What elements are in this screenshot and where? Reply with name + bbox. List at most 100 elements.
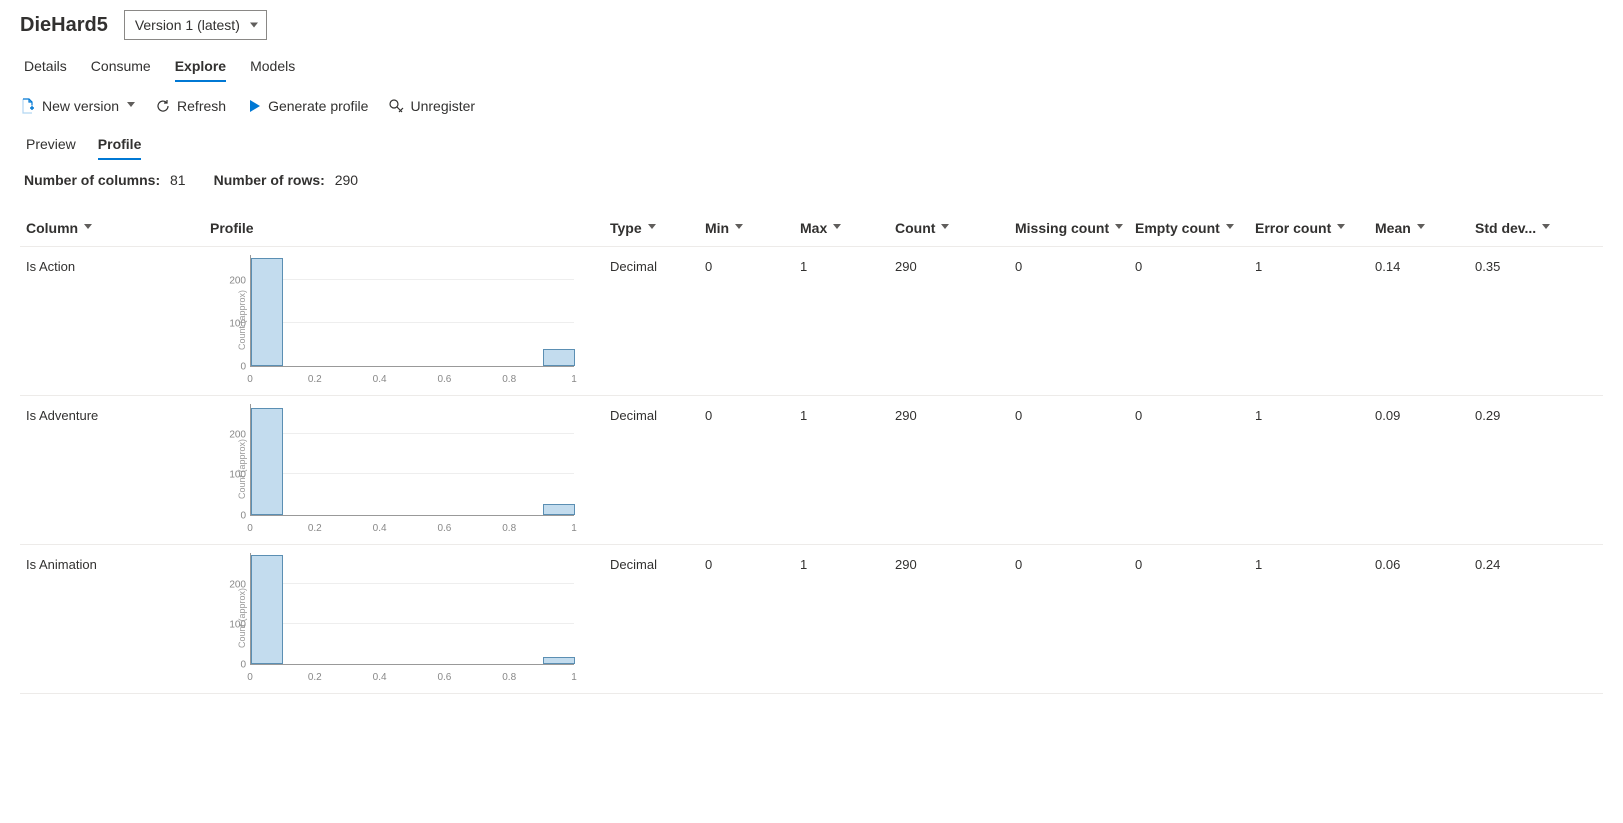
x-tick: 0.6 [437,672,451,683]
y-tick: 0 [240,660,246,671]
cell-mean: 0.06 [1375,557,1475,683]
cell-std: 0.29 [1475,408,1575,534]
chevron-down-icon [646,223,656,233]
top-tab-explore[interactable]: Explore [175,54,226,80]
new-version-button[interactable]: New version [20,98,135,114]
th-std[interactable]: Std dev... [1475,220,1575,236]
th-column[interactable]: Column [20,220,210,236]
histogram-bar [543,504,575,515]
chevron-down-icon [733,223,743,233]
x-tick: 0.4 [373,523,387,534]
sub-tab-preview[interactable]: Preview [26,134,76,158]
unregister-label: Unregister [410,98,475,114]
th-profile: Profile [210,220,610,236]
x-tick: 0.8 [502,672,516,683]
num-rows-value: 290 [335,172,358,188]
cell-type: Decimal [610,557,705,683]
cell-count: 290 [895,408,1015,534]
num-cols-label: Number of columns: [24,172,160,188]
cell-empty: 0 [1135,408,1255,534]
cell-profile: 010020000.20.40.60.81Count (approx) [210,259,610,385]
y-axis-label: Count (approx) [237,588,247,648]
cell-mean: 0.09 [1375,408,1475,534]
sub-tab-profile[interactable]: Profile [98,134,142,158]
refresh-label: Refresh [177,98,226,114]
histogram-bar [251,258,283,366]
th-min[interactable]: Min [705,220,800,236]
th-missing[interactable]: Missing count [1015,220,1135,236]
th-count[interactable]: Count [895,220,1015,236]
x-tick: 1 [571,672,577,683]
chevron-down-icon [1113,223,1123,233]
chevron-down-icon [125,101,135,111]
y-tick: 200 [229,275,246,286]
cell-mean: 0.14 [1375,259,1475,385]
x-tick: 1 [571,374,577,385]
x-tick: 0.2 [308,374,322,385]
x-tick: 0.4 [373,374,387,385]
page-title: DieHard5 [20,14,108,37]
chevron-down-icon [1335,223,1345,233]
sub-tabs: Preview Profile [20,134,1603,158]
profile-table: Column Profile Type Min Max Count Missin… [20,208,1603,694]
toolbar: New version Refresh Generate profile Unr… [20,98,1603,114]
x-tick: 0.6 [437,523,451,534]
top-tab-models[interactable]: Models [250,54,295,80]
x-tick: 0.2 [308,523,322,534]
x-tick: 0 [247,672,253,683]
generate-profile-label: Generate profile [268,98,368,114]
y-axis-label: Count (approx) [237,439,247,499]
histogram-bar [251,555,283,664]
chevron-down-icon [1224,223,1234,233]
top-tabs: Details Consume Explore Models [20,54,1603,80]
num-cols-value: 81 [170,172,186,188]
x-tick: 0.8 [502,523,516,534]
cell-missing: 0 [1015,408,1135,534]
version-select[interactable]: Version 1 (latest) [124,10,267,40]
x-tick: 0 [247,374,253,385]
chevron-down-icon [1415,223,1425,233]
cell-type: Decimal [610,259,705,385]
x-tick: 1 [571,523,577,534]
y-tick: 0 [240,511,246,522]
cell-error: 1 [1255,408,1375,534]
chevron-down-icon [82,223,92,233]
cell-max: 1 [800,408,895,534]
th-error[interactable]: Error count [1255,220,1375,236]
generate-profile-button[interactable]: Generate profile [246,98,368,114]
version-select-value: Version 1 (latest) [135,17,240,33]
refresh-icon [155,98,171,114]
top-tab-consume[interactable]: Consume [91,54,151,80]
th-type[interactable]: Type [610,220,705,236]
x-tick: 0.2 [308,672,322,683]
cell-std: 0.24 [1475,557,1575,683]
chevron-down-icon [939,223,949,233]
cell-column: Is Adventure [20,408,210,534]
cell-profile: 010020000.20.40.60.81Count (approx) [210,557,610,683]
cell-max: 1 [800,557,895,683]
chevron-down-icon [1540,223,1550,233]
th-max[interactable]: Max [800,220,895,236]
play-icon [246,98,262,114]
cell-missing: 0 [1015,557,1135,683]
cell-min: 0 [705,259,800,385]
chevron-down-icon [831,223,841,233]
table-header-row: Column Profile Type Min Max Count Missin… [20,208,1603,247]
cell-type: Decimal [610,408,705,534]
histogram-bar [543,349,575,366]
refresh-button[interactable]: Refresh [155,98,226,114]
cell-empty: 0 [1135,259,1255,385]
cell-missing: 0 [1015,259,1135,385]
top-tab-details[interactable]: Details [24,54,67,80]
th-empty[interactable]: Empty count [1135,220,1255,236]
cell-empty: 0 [1135,557,1255,683]
profile-histogram: 010020000.20.40.60.81Count (approx) [210,553,580,683]
cell-error: 1 [1255,557,1375,683]
th-mean[interactable]: Mean [1375,220,1475,236]
cell-column: Is Action [20,259,210,385]
histogram-bar [251,408,283,515]
new-version-icon [20,98,36,114]
unregister-button[interactable]: Unregister [388,98,475,114]
cell-count: 290 [895,557,1015,683]
new-version-label: New version [42,98,119,114]
